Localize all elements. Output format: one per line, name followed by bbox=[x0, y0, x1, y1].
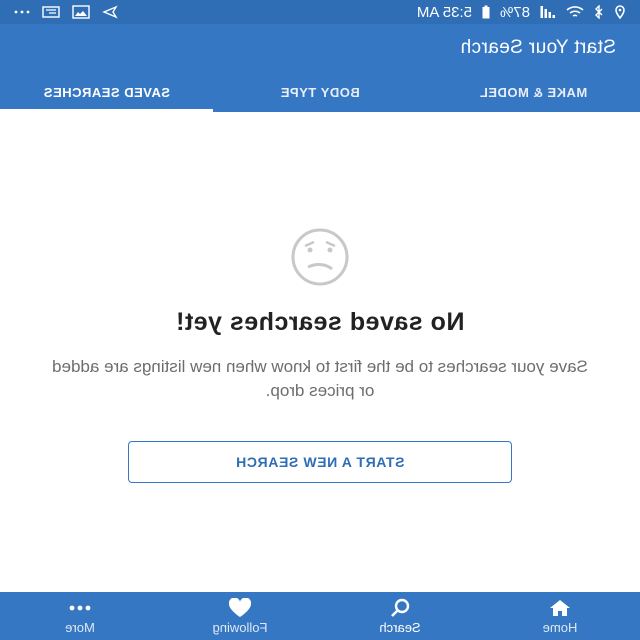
tab-make-model[interactable]: MAKE & MODEL bbox=[427, 72, 640, 112]
battery-icon bbox=[482, 5, 490, 19]
nav-item-more[interactable]: More bbox=[0, 592, 160, 640]
nav-item-following[interactable]: Following bbox=[160, 592, 320, 640]
sad-face-graphic bbox=[291, 228, 349, 286]
tab-label: SAVED SEARCHES bbox=[43, 84, 171, 100]
bottom-nav: Home Search Following More bbox=[0, 592, 640, 640]
empty-state-description: Save your searches to be the first to kn… bbox=[52, 357, 588, 400]
tab-bar: MAKE & MODEL BODY TYPE SAVED SEARCHES bbox=[0, 72, 640, 112]
overflow-dots-icon bbox=[14, 5, 30, 19]
bluetooth-icon bbox=[594, 5, 604, 19]
home-icon bbox=[549, 598, 571, 618]
heart-icon bbox=[228, 597, 252, 618]
nav-item-home[interactable]: Home bbox=[480, 592, 640, 640]
nav-label: Home bbox=[542, 619, 578, 635]
wifi-icon bbox=[566, 5, 584, 19]
tab-label: BODY TYPE bbox=[280, 84, 360, 100]
status-bar: 87% 5:35 AM bbox=[0, 0, 640, 24]
image-notification-icon bbox=[72, 5, 90, 19]
nav-item-search[interactable]: Search bbox=[320, 592, 480, 640]
nav-label: Search bbox=[379, 619, 421, 635]
notification-icon bbox=[102, 5, 118, 19]
page-title: Start Your Search bbox=[460, 37, 616, 58]
message-notification-icon bbox=[42, 5, 60, 19]
status-icons-left: 87% 5:35 AM bbox=[417, 4, 626, 21]
nav-label: More bbox=[65, 619, 95, 635]
empty-state-title: No saved searches yet! bbox=[175, 308, 465, 336]
app-screen: 87% 5:35 AM Start Your Search MAKE & MOD… bbox=[0, 0, 640, 640]
tab-body-type[interactable]: BODY TYPE bbox=[213, 72, 426, 112]
more-icon bbox=[69, 598, 91, 618]
signal-icon bbox=[540, 5, 556, 19]
status-time: 5:35 AM bbox=[416, 3, 472, 21]
app-header: Start Your Search bbox=[0, 24, 640, 72]
tab-label: MAKE & MODEL bbox=[479, 84, 588, 100]
nav-label: Following bbox=[212, 619, 268, 635]
location-icon bbox=[614, 5, 626, 19]
battery-percent: 87% bbox=[499, 3, 530, 21]
search-icon bbox=[390, 598, 410, 618]
status-icons-right bbox=[14, 5, 118, 19]
start-new-search-button[interactable]: START A NEW SEARCH bbox=[128, 441, 512, 483]
tab-saved-searches[interactable]: SAVED SEARCHES bbox=[0, 72, 213, 112]
